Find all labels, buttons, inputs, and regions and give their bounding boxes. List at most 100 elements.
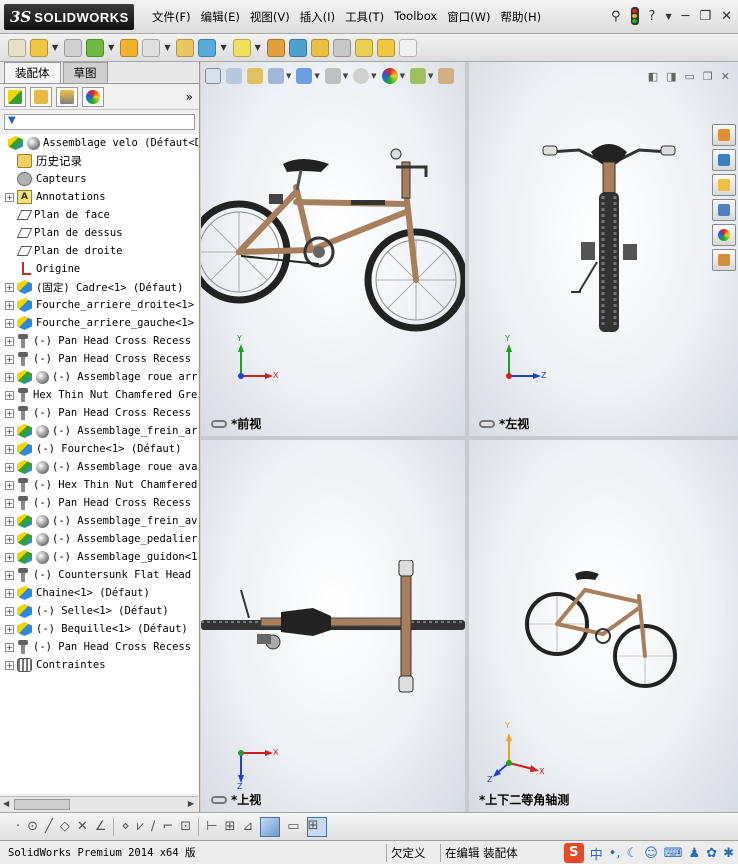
trim-icon[interactable]: ⋄ bbox=[121, 819, 129, 834]
expand-toggle[interactable]: + bbox=[5, 606, 14, 616]
bike-isometric-view[interactable] bbox=[519, 568, 689, 708]
line-icon[interactable]: ╱ bbox=[45, 819, 53, 834]
expand-toggle[interactable]: + bbox=[5, 642, 14, 652]
property-manager-tab[interactable] bbox=[30, 86, 52, 107]
graphics-area[interactable]: ▼ ▼ ▼ ▼ ▼ ▼ Y X *前视 ◧ ◨ ▭ ❐ ✕ Y Z *左视 X … bbox=[201, 62, 738, 812]
mate-icon[interactable] bbox=[142, 38, 161, 57]
skin-icon[interactable]: ✿ bbox=[706, 846, 717, 861]
tree-item[interactable]: + (-) Pan Head Cross Recess bbox=[0, 494, 198, 512]
tree-item[interactable]: + A Annotations bbox=[0, 188, 198, 206]
link-views-icon[interactable] bbox=[211, 419, 227, 428]
expand-toggle[interactable]: + bbox=[5, 588, 14, 598]
insert-components-icon[interactable] bbox=[120, 38, 139, 57]
single-viewport-icon[interactable]: ▭ bbox=[287, 819, 299, 834]
tree-item[interactable]: + Fourche_arriere_droite<1> bbox=[0, 296, 198, 314]
file-properties-icon[interactable] bbox=[398, 38, 417, 57]
chevron-down-icon[interactable]: ▼ bbox=[314, 72, 319, 80]
expand-toggle[interactable]: + bbox=[5, 552, 14, 562]
display-manager-tab[interactable] bbox=[82, 86, 104, 107]
close-viewport-icon[interactable]: ✕ bbox=[721, 70, 730, 83]
expand-toggle[interactable]: + bbox=[5, 192, 14, 202]
menu-help[interactable]: 帮助(H) bbox=[499, 9, 550, 25]
four-viewport-icon[interactable]: ⊞ bbox=[306, 816, 327, 837]
tree-item[interactable]: + (-) Pan Head Cross Recess bbox=[0, 350, 198, 368]
paperclip-icon[interactable] bbox=[64, 38, 83, 57]
bike-left-view[interactable] bbox=[519, 132, 699, 342]
tab-assembly[interactable]: 装配体 bbox=[4, 62, 61, 83]
interference-detection-icon[interactable] bbox=[266, 38, 285, 57]
shaded-view-icon[interactable] bbox=[260, 816, 281, 837]
viewport-front[interactable]: ▼ ▼ ▼ ▼ ▼ ▼ Y X *前视 bbox=[201, 62, 465, 436]
bike-top-view[interactable] bbox=[201, 560, 465, 700]
explode-view-icon[interactable] bbox=[288, 38, 307, 57]
help-dropdown-icon[interactable]: ▼ bbox=[665, 12, 671, 21]
expand-toggle[interactable]: + bbox=[5, 426, 14, 436]
expand-toggle[interactable]: + bbox=[5, 318, 14, 328]
new-document-icon[interactable] bbox=[8, 38, 26, 57]
minimize-button[interactable]: ─ bbox=[682, 9, 690, 24]
menu-tools[interactable]: 工具(T) bbox=[343, 9, 392, 25]
menu-toolbox[interactable]: Toolbox bbox=[392, 9, 445, 25]
feature-manager-tab[interactable] bbox=[4, 86, 26, 107]
scroll-right-icon[interactable]: ▶ bbox=[188, 799, 194, 808]
offset-icon[interactable]: ⩗ bbox=[137, 819, 144, 834]
convert-entities-icon[interactable]: ⊡ bbox=[180, 819, 191, 834]
expand-toggle[interactable]: + bbox=[5, 498, 14, 508]
point-icon[interactable]: · bbox=[16, 819, 20, 834]
tree-item[interactable]: + Contraintes bbox=[0, 656, 198, 674]
half-width-moon-icon[interactable]: ☾ bbox=[627, 846, 639, 861]
apply-scene-icon[interactable] bbox=[409, 68, 426, 84]
tree-item[interactable]: Origine bbox=[0, 260, 198, 278]
viewport-top[interactable]: X Z *上视 bbox=[201, 440, 465, 812]
expand-toggle[interactable]: + bbox=[5, 570, 14, 580]
tree-item[interactable]: + Chaine<1> (Défaut) bbox=[0, 584, 198, 602]
tree-item[interactable]: Plan de droite bbox=[0, 242, 198, 260]
expand-toggle[interactable]: + bbox=[5, 660, 14, 670]
menu-view[interactable]: 视图(V) bbox=[248, 9, 298, 25]
angle-icon[interactable]: ⊿ bbox=[242, 819, 253, 834]
ime-language-toggle[interactable]: 中 bbox=[590, 844, 603, 863]
menu-edit[interactable]: 编辑(E) bbox=[199, 9, 248, 25]
more-tabs-icon[interactable]: » bbox=[186, 90, 193, 104]
chevron-down-icon[interactable]: ▼ bbox=[428, 72, 433, 80]
chevron-down-icon[interactable]: ▼ bbox=[286, 72, 291, 80]
polygon-icon[interactable]: ◇ bbox=[60, 819, 70, 834]
previous-view-icon[interactable] bbox=[247, 68, 263, 84]
tree-item[interactable]: + (固定) Cadre<1> (Défaut) bbox=[0, 278, 198, 296]
tree-item[interactable]: + (-) Fourche<1> (Défaut) bbox=[0, 440, 198, 458]
smart-fasteners-icon[interactable] bbox=[198, 38, 217, 57]
solidworks-logo[interactable]: 3S SOLIDWORKS bbox=[4, 4, 134, 30]
tree-item[interactable]: + (-) Pan Head Cross Recess bbox=[0, 332, 198, 350]
menu-insert[interactable]: 插入(I) bbox=[298, 9, 343, 25]
tree-item[interactable]: + (-) Assemblage roue arr bbox=[0, 368, 198, 386]
corner-icon[interactable]: ⌐ bbox=[162, 819, 173, 834]
chevron-down-icon[interactable]: ▼ bbox=[164, 43, 170, 52]
expand-toggle[interactable]: + bbox=[5, 300, 14, 310]
edit-appearance-icon[interactable] bbox=[381, 68, 398, 84]
view-palette-tab[interactable] bbox=[712, 199, 736, 221]
pushpin-icon[interactable]: ⚲ bbox=[611, 9, 621, 24]
close-button[interactable]: ✕ bbox=[721, 9, 732, 24]
filter-field[interactable]: ▼ bbox=[4, 114, 195, 130]
view-settings-icon[interactable] bbox=[438, 68, 455, 84]
tree-item[interactable]: Plan de face bbox=[0, 206, 198, 224]
user-icon[interactable]: ♟ bbox=[689, 846, 701, 861]
appearances-tab[interactable] bbox=[712, 224, 736, 246]
tree-item[interactable]: + (-) Hex Thin Nut Chamfered bbox=[0, 476, 198, 494]
chevron-down-icon[interactable]: ▼ bbox=[52, 43, 58, 52]
viewport-left[interactable]: ◧ ◨ ▭ ❐ ✕ Y Z *左视 bbox=[469, 62, 738, 436]
link-views-icon[interactable] bbox=[211, 795, 227, 804]
maximize-viewport-icon[interactable]: ❐ bbox=[703, 70, 713, 83]
custom-properties-tab[interactable] bbox=[712, 249, 736, 271]
chevron-down-icon[interactable]: ▼ bbox=[220, 43, 226, 52]
chevron-down-icon[interactable]: ▼ bbox=[255, 43, 261, 52]
expand-toggle[interactable]: + bbox=[5, 480, 14, 490]
scroll-left-icon[interactable]: ◀ bbox=[3, 799, 9, 808]
tree-item[interactable]: + (-) Bequille<1> (Défaut) bbox=[0, 620, 198, 638]
expand-toggle[interactable]: + bbox=[5, 408, 14, 418]
move-component-icon[interactable] bbox=[176, 38, 195, 57]
restore-button[interactable]: ❐ bbox=[699, 9, 711, 24]
expand-toggle[interactable]: + bbox=[5, 372, 14, 382]
keyboard-icon[interactable]: ⌨ bbox=[664, 846, 683, 861]
view-orientation-icon[interactable] bbox=[296, 68, 313, 84]
